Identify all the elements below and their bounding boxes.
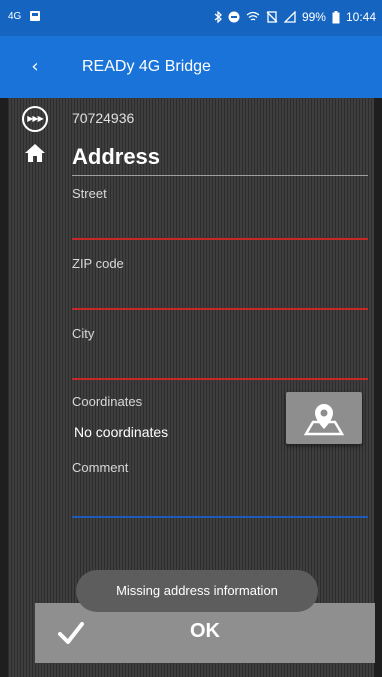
comment-label: Comment	[72, 460, 129, 475]
ok-button[interactable]: OK	[35, 603, 375, 663]
no-sim-icon	[266, 11, 278, 23]
clock: 10:44	[345, 10, 376, 24]
zip-label: ZIP code	[72, 256, 124, 271]
coordinates-value: No coordinates	[74, 424, 169, 440]
notification-icon	[30, 11, 41, 21]
street-input[interactable]	[72, 216, 368, 240]
home-icon	[25, 144, 45, 162]
zip-input[interactable]	[72, 286, 368, 310]
back-arrow-icon[interactable]: ‹	[22, 54, 48, 80]
wifi-icon	[246, 11, 260, 21]
address-form: ▶▶▶ 70724936 Address Street ZIP code Cit…	[8, 98, 375, 677]
dnd-icon	[228, 11, 240, 23]
coordinates-label: Coordinates	[72, 394, 143, 409]
city-label: City	[72, 326, 95, 341]
bridge-device-icon: ▶▶▶	[22, 106, 48, 132]
app-bar: ‹ READy 4G Bridge	[0, 36, 382, 98]
device-serial: 70724936	[72, 110, 135, 126]
comment-input[interactable]	[72, 494, 368, 518]
section-title: Address	[72, 144, 161, 169]
street-label: Street	[72, 186, 107, 201]
pick-location-button[interactable]	[286, 392, 362, 444]
city-input[interactable]	[72, 356, 368, 380]
map-pin-icon	[303, 404, 345, 436]
ok-label: OK	[190, 620, 220, 642]
battery-percent: 99%	[301, 10, 326, 24]
app-title: READy 4G Bridge	[82, 58, 211, 75]
battery-icon	[332, 10, 340, 23]
cell-signal-icon	[283, 11, 296, 23]
signal-icon: 4G	[8, 10, 22, 22]
status-bar: 4G 99% 10:44	[0, 0, 382, 36]
section-divider	[72, 175, 368, 176]
toast-message: Missing address information	[76, 570, 318, 612]
bluetooth-icon	[214, 11, 222, 23]
